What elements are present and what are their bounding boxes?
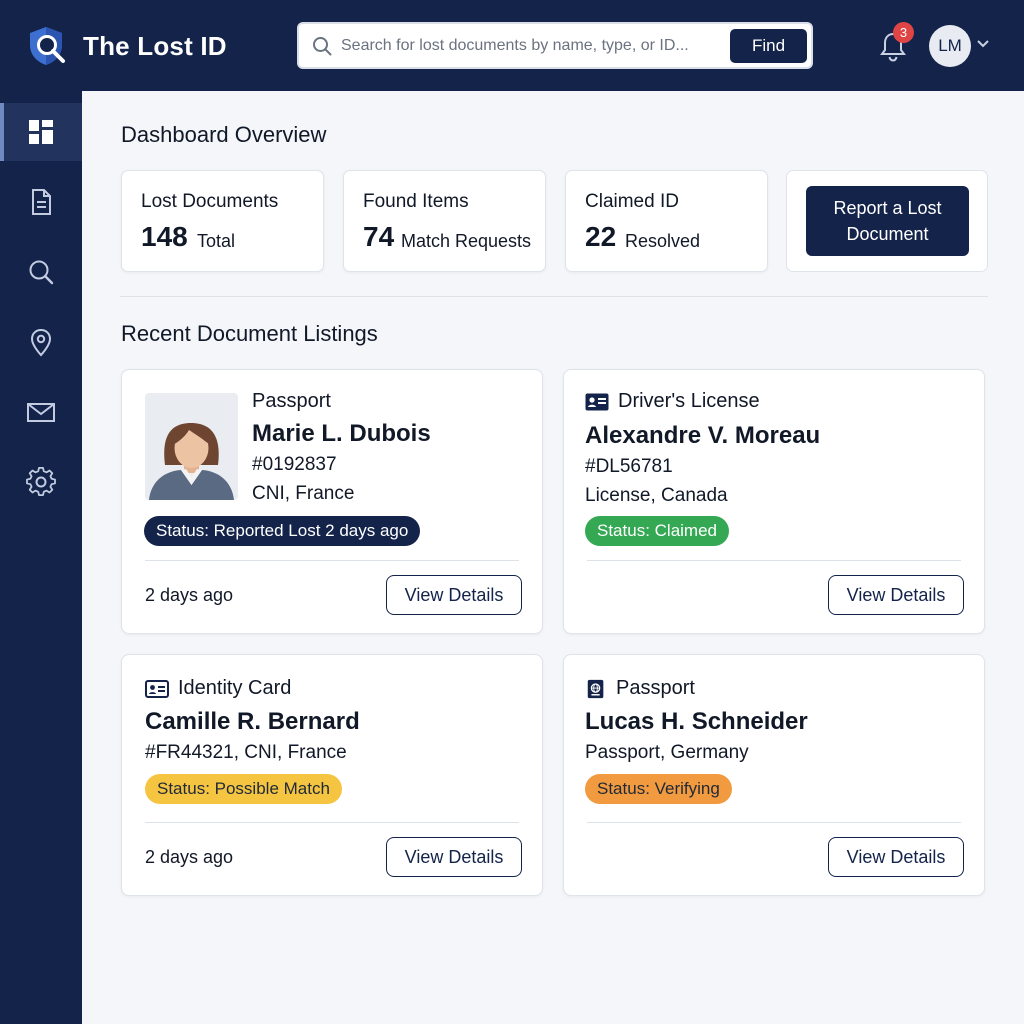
stat-label: Claimed ID <box>585 191 679 212</box>
sidebar-item-documents[interactable] <box>0 173 82 231</box>
app-title: The Lost ID <box>83 30 227 61</box>
listing-time: 2 days ago <box>145 847 234 867</box>
passport-icon <box>587 679 604 698</box>
listing-card[interactable]: Driver's License Alexandre V. Moreau #DL… <box>563 369 985 634</box>
document-id: #DL56781 <box>585 456 673 477</box>
sidebar-item-messages[interactable] <box>0 383 82 441</box>
card-divider <box>145 560 519 561</box>
view-details-button[interactable]: View Details <box>828 575 964 615</box>
stat-card-lost-documents[interactable]: Lost Documents 148 Total <box>121 170 324 272</box>
status-badge: Status: Claimed <box>585 516 729 546</box>
user-avatar[interactable]: LM <box>929 25 971 67</box>
listings-title: Recent Document Listings <box>121 321 378 346</box>
document-type: Passport <box>616 677 695 699</box>
sidebar-item-locations[interactable] <box>0 313 82 371</box>
status-badge: Status: Possible Match <box>145 774 342 804</box>
find-button[interactable]: Find <box>730 29 807 63</box>
document-holder-name: Camille R. Bernard <box>145 708 360 735</box>
listing-card[interactable]: Passport Lucas H. Schneider Passport, Ge… <box>563 654 985 896</box>
document-detail: License, Canada <box>585 485 728 506</box>
document-icon <box>32 189 51 215</box>
location-pin-icon <box>30 328 52 357</box>
dashboard-icon <box>29 120 53 144</box>
view-details-button[interactable]: View Details <box>386 837 522 877</box>
sidebar-item-dashboard[interactable] <box>0 103 82 161</box>
gear-icon <box>26 467 56 496</box>
id-card-icon <box>585 393 609 410</box>
document-type-row: Driver's License <box>585 390 760 413</box>
stat-suffix: Total <box>197 231 236 251</box>
shield-search-logo-icon <box>30 27 65 65</box>
stat-card-found-items[interactable]: Found Items 74 Match Requests <box>343 170 546 272</box>
search-icon <box>313 37 332 56</box>
sidebar-item-search[interactable] <box>0 243 82 301</box>
stat-label: Lost Documents <box>141 191 279 212</box>
search-bar: Find <box>297 22 813 69</box>
listing-card[interactable]: Passport Marie L. Dubois #0192837 CNI, F… <box>121 369 543 634</box>
stat-value: 148 <box>141 221 188 252</box>
document-type-row: Identity Card <box>145 677 291 700</box>
listing-card[interactable]: Identity Card Camille R. Bernard #FR4432… <box>121 654 543 896</box>
top-bar: The Lost ID Find 3 LM <box>0 0 1024 91</box>
profile-photo <box>145 393 238 500</box>
status-badge: Status: Reported Lost 2 days ago <box>144 516 421 546</box>
document-detail: Passport, Germany <box>585 742 749 763</box>
stat-card-claimed-id[interactable]: Claimed ID 22 Resolved <box>565 170 768 272</box>
document-holder-name: Lucas H. Schneider <box>585 708 808 735</box>
stat-label: Found Items <box>363 191 469 212</box>
document-type: Driver's License <box>618 390 760 412</box>
search-icon <box>29 260 54 285</box>
id-card-icon <box>145 679 169 698</box>
document-detail: CNI, France <box>252 483 355 504</box>
stat-suffix: Resolved <box>625 231 701 251</box>
mail-icon <box>27 403 55 422</box>
card-divider <box>145 822 519 823</box>
card-divider <box>587 822 961 823</box>
chevron-down-icon[interactable] <box>977 39 989 49</box>
document-type: Passport <box>252 390 331 412</box>
section-divider <box>120 296 988 297</box>
stat-suffix: Match Requests <box>401 231 532 251</box>
document-id: #FR44321, CNI, France <box>145 742 347 763</box>
view-details-button[interactable]: View Details <box>386 575 522 615</box>
report-card: Report a Lost Document <box>786 170 988 272</box>
document-type: Identity Card <box>178 677 292 699</box>
status-badge: Status: Verifying <box>585 774 732 804</box>
listing-time: 2 days ago <box>145 585 234 605</box>
document-id: #0192837 <box>252 454 337 475</box>
stat-value: 22 <box>585 221 617 252</box>
sidebar-item-settings[interactable] <box>0 453 82 511</box>
document-type-row: Passport <box>585 677 695 700</box>
stat-value: 74 <box>363 221 395 252</box>
report-lost-document-button[interactable]: Report a Lost Document <box>806 186 969 256</box>
document-holder-name: Alexandre V. Moreau <box>585 422 821 449</box>
search-input[interactable] <box>341 32 721 60</box>
person-portrait-icon <box>149 423 234 500</box>
document-holder-name: Marie L. Dubois <box>252 420 431 447</box>
brand[interactable]: The Lost ID <box>26 24 227 68</box>
dashboard-title: Dashboard Overview <box>121 122 327 147</box>
sidebar <box>0 91 82 1024</box>
notification-badge: 3 <box>893 22 914 43</box>
view-details-button[interactable]: View Details <box>828 837 964 877</box>
card-divider <box>587 560 961 561</box>
